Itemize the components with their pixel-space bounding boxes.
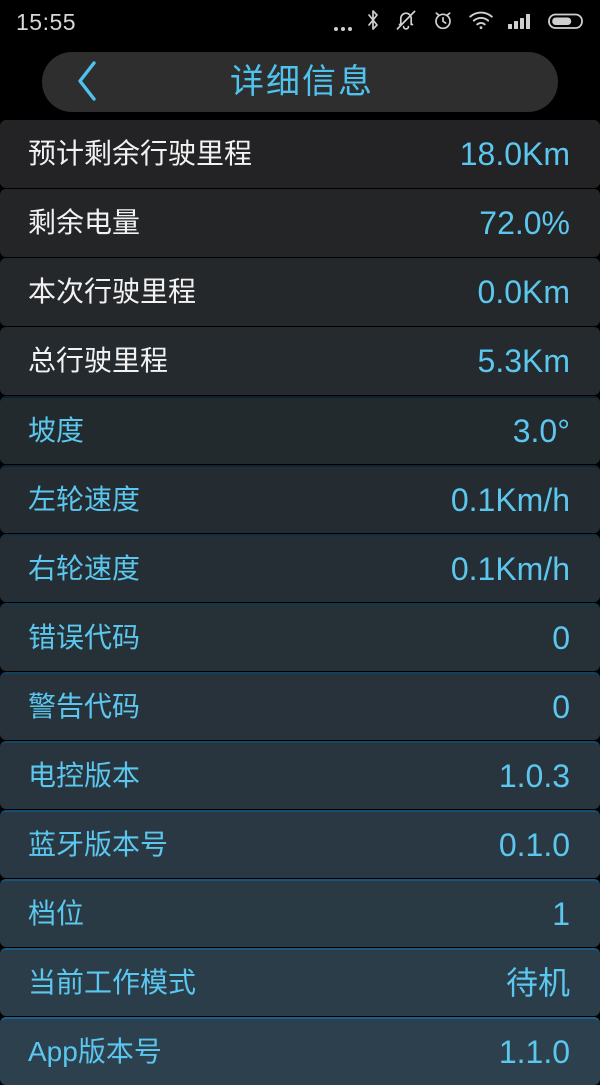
detail-row-label: 档位: [28, 898, 85, 929]
detail-row-value: 0: [552, 620, 570, 656]
detail-row-value: 0.0Km: [477, 274, 570, 310]
detail-row-gear[interactable]: 档位 1: [0, 879, 600, 947]
detail-row-value: 0.1Km/h: [450, 482, 570, 518]
detail-row-value: 72.0%: [479, 205, 570, 241]
status-bar-clock: 15:55: [16, 8, 77, 35]
detail-row-value: 1: [552, 896, 570, 932]
detail-row-value: 18.0Km: [459, 136, 570, 172]
detail-row-value: 0.1Km/h: [450, 551, 570, 587]
alarm-clock-icon: [431, 8, 455, 37]
detail-row-label: 当前工作模式: [28, 967, 197, 998]
status-bar: 15:55: [0, 0, 600, 44]
detail-row-label: 错误代码: [28, 622, 141, 653]
detail-row-controller-version[interactable]: 电控版本 1.0.3: [0, 741, 600, 809]
wifi-icon: [468, 8, 494, 37]
detail-row-remaining-battery[interactable]: 剩余电量 72.0%: [0, 189, 600, 257]
detail-row-estimated-remaining-range[interactable]: 预计剩余行驶里程 18.0Km: [0, 120, 600, 188]
detail-row-value: 0.1.0: [498, 827, 570, 863]
detail-row-label: 左轮速度: [28, 484, 141, 515]
detail-row-slope[interactable]: 坡度 3.0°: [0, 396, 600, 464]
back-button[interactable]: [42, 52, 134, 112]
bluetooth-icon: [365, 8, 381, 37]
title-bar: 详细信息: [42, 52, 558, 112]
detail-row-label: 剩余电量: [28, 207, 141, 238]
detail-row-right-wheel-speed[interactable]: 右轮速度 0.1Km/h: [0, 534, 600, 602]
detail-row-label: 右轮速度: [28, 553, 141, 584]
silent-mode-icon: [394, 8, 418, 37]
more-dots-icon: [334, 11, 352, 34]
detail-row-label: 坡度: [28, 415, 85, 446]
detail-row-left-wheel-speed[interactable]: 左轮速度 0.1Km/h: [0, 465, 600, 533]
detail-row-value: 1.1.0: [498, 1034, 570, 1070]
detail-row-trip-distance[interactable]: 本次行驶里程 0.0Km: [0, 258, 600, 326]
title-bar-container: 详细信息: [0, 44, 600, 120]
detail-row-total-distance[interactable]: 总行驶里程 5.3Km: [0, 327, 600, 395]
detail-row-value: 1.0.3: [498, 758, 570, 794]
detail-row-warning-code[interactable]: 警告代码 0: [0, 672, 600, 740]
detail-row-value: 0: [552, 689, 570, 725]
detail-row-label: 总行驶里程: [28, 345, 169, 376]
status-bar-icon-group: [334, 8, 586, 37]
detail-row-label: 警告代码: [28, 691, 141, 722]
detail-row-label: 电控版本: [28, 760, 141, 791]
detail-row-error-code[interactable]: 错误代码 0: [0, 603, 600, 671]
detail-row-label: 本次行驶里程: [28, 276, 197, 307]
detail-row-label: 预计剩余行驶里程: [28, 138, 253, 169]
detail-row-value: 3.0°: [512, 413, 570, 449]
detail-row-label: 蓝牙版本号: [28, 829, 169, 860]
battery-icon: [548, 8, 586, 37]
detail-info-list: 预计剩余行驶里程 18.0Km 剩余电量 72.0% 本次行驶里程 0.0Km …: [0, 120, 600, 1085]
detail-row-bluetooth-version[interactable]: 蓝牙版本号 0.1.0: [0, 810, 600, 878]
detail-row-current-work-mode[interactable]: 当前工作模式 待机: [0, 948, 600, 1016]
detail-row-value: 5.3Km: [477, 343, 570, 379]
detail-row-app-version[interactable]: App版本号 1.1.0: [0, 1017, 600, 1085]
cellular-signal-icon: [507, 8, 535, 37]
chevron-left-icon: [73, 58, 103, 107]
detail-row-label: App版本号: [28, 1036, 162, 1067]
detail-row-value: 待机: [505, 965, 570, 1001]
